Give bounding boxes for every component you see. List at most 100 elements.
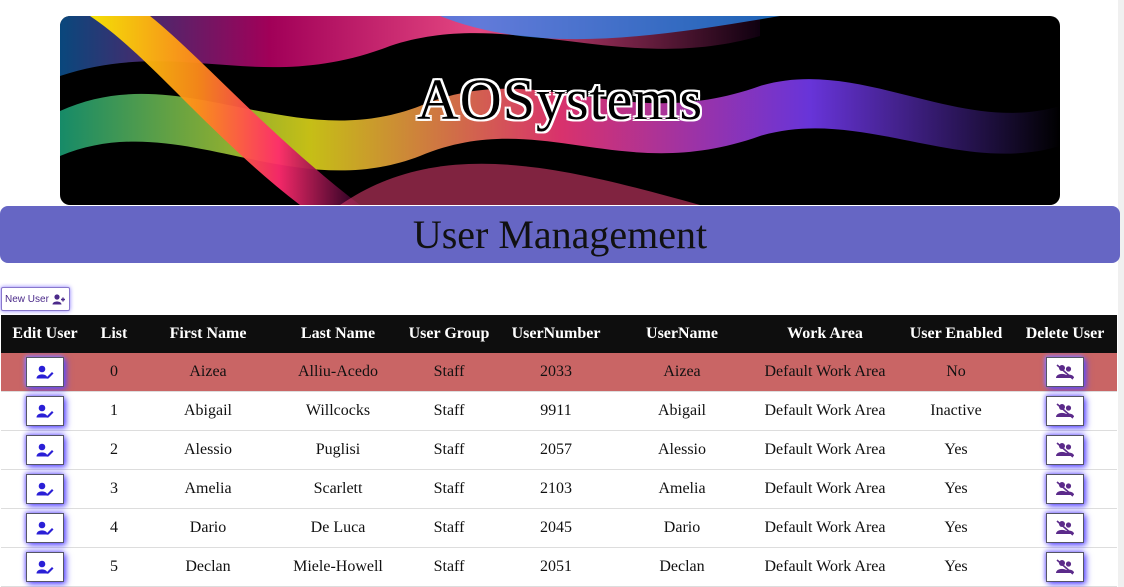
edit-cell (1, 391, 89, 431)
cell-first-name: Alessio (139, 430, 277, 470)
user-edit-icon (36, 560, 54, 574)
cell-user-group: Staff (399, 469, 499, 509)
cell-last-name: Miele-Howell (277, 547, 399, 587)
cell-last-name: De Luca (277, 508, 399, 548)
cell-list: 2 (89, 430, 139, 470)
page-title: User Management (412, 212, 708, 257)
edit-user-button[interactable] (26, 513, 64, 543)
delete-user-button[interactable] (1046, 357, 1084, 387)
user-delete-icon (1056, 559, 1074, 575)
col-edit-user: Edit User (1, 315, 89, 353)
cell-first-name: Amelia (139, 469, 277, 509)
table-header-row: Edit User List First Name Last Name User… (1, 315, 1117, 353)
delete-cell (1013, 547, 1117, 587)
user-delete-icon (1056, 403, 1074, 419)
cell-first-name: Abigail (139, 391, 277, 431)
user-edit-icon (36, 404, 54, 418)
brand-banner: AOSystems (60, 16, 1060, 205)
edit-cell (1, 508, 89, 548)
cell-work-area: Default Work Area (751, 353, 899, 392)
cell-work-area: Default Work Area (751, 508, 899, 548)
cell-last-name: Puglisi (277, 430, 399, 470)
edit-cell (1, 469, 89, 509)
delete-user-button[interactable] (1046, 435, 1084, 465)
edit-user-button[interactable] (26, 474, 64, 504)
cell-user-group: Staff (399, 508, 499, 548)
table-row: 0 Aizea Alliu-Acedo Staff 2033 Aizea Def… (1, 353, 1117, 392)
cell-user-number: 9911 (499, 391, 613, 431)
cell-username: Amelia (613, 469, 751, 509)
user-plus-icon (52, 293, 65, 304)
col-user-enabled: User Enabled (899, 315, 1013, 353)
table-row: 5 Declan Miele-Howell Staff 2051 Declan … (1, 547, 1117, 587)
brand-logo: AOSystems (416, 67, 704, 132)
cell-last-name: Alliu-Acedo (277, 353, 399, 392)
delete-user-button[interactable] (1046, 474, 1084, 504)
user-delete-icon (1056, 520, 1074, 536)
table-row: 1 Abigail Willcocks Staff 9911 Abigail D… (1, 391, 1117, 431)
cell-user-group: Staff (399, 547, 499, 587)
cell-user-enabled: Yes (899, 508, 1013, 548)
delete-user-button[interactable] (1046, 396, 1084, 426)
col-first-name: First Name (139, 315, 277, 353)
user-edit-icon (36, 365, 54, 379)
col-list: List (89, 315, 139, 353)
cell-work-area: Default Work Area (751, 391, 899, 431)
cell-user-enabled: Yes (899, 430, 1013, 470)
cell-first-name: Aizea (139, 353, 277, 392)
cell-user-number: 2051 (499, 547, 613, 587)
edit-cell (1, 430, 89, 470)
cell-username: Alessio (613, 430, 751, 470)
cell-first-name: Declan (139, 547, 277, 587)
cell-first-name: Dario (139, 508, 277, 548)
cell-user-number: 2033 (499, 353, 613, 392)
cell-user-enabled: Yes (899, 469, 1013, 509)
users-table: Edit User List First Name Last Name User… (1, 315, 1117, 587)
edit-user-button[interactable] (26, 396, 64, 426)
cell-user-group: Staff (399, 430, 499, 470)
new-user-button[interactable]: New User (1, 287, 70, 311)
delete-user-button[interactable] (1046, 513, 1084, 543)
page-title-bar: User Management (0, 206, 1120, 263)
cell-list: 3 (89, 469, 139, 509)
cell-user-enabled: No (899, 353, 1013, 392)
col-last-name: Last Name (277, 315, 399, 353)
user-delete-icon (1056, 442, 1074, 458)
edit-cell (1, 353, 89, 392)
edit-user-button[interactable] (26, 435, 64, 465)
delete-cell (1013, 508, 1117, 548)
cell-list: 5 (89, 547, 139, 587)
delete-user-button[interactable] (1046, 552, 1084, 582)
edit-user-button[interactable] (26, 357, 64, 387)
cell-username: Dario (613, 508, 751, 548)
cell-username: Abigail (613, 391, 751, 431)
cell-user-enabled: Yes (899, 547, 1013, 587)
delete-cell (1013, 469, 1117, 509)
cell-username: Aizea (613, 353, 751, 392)
table-row: 4 Dario De Luca Staff 2045 Dario Default… (1, 508, 1117, 548)
cell-user-group: Staff (399, 353, 499, 392)
col-delete-user: Delete User (1013, 315, 1117, 353)
user-delete-icon (1056, 481, 1074, 497)
cell-last-name: Scarlett (277, 469, 399, 509)
cell-work-area: Default Work Area (751, 469, 899, 509)
cell-list: 0 (89, 353, 139, 392)
delete-cell (1013, 391, 1117, 431)
cell-list: 4 (89, 508, 139, 548)
cell-user-number: 2045 (499, 508, 613, 548)
edit-cell (1, 547, 89, 587)
col-username: UserName (613, 315, 751, 353)
user-edit-icon (36, 443, 54, 457)
col-work-area: Work Area (751, 315, 899, 353)
page-scrollbar[interactable] (1118, 0, 1124, 587)
cell-user-number: 2103 (499, 469, 613, 509)
user-delete-icon (1056, 364, 1074, 380)
col-user-number: UserNumber (499, 315, 613, 353)
user-edit-icon (36, 482, 54, 496)
cell-user-number: 2057 (499, 430, 613, 470)
table-row: 3 Amelia Scarlett Staff 2103 Amelia Defa… (1, 469, 1117, 509)
cell-username: Declan (613, 547, 751, 587)
edit-user-button[interactable] (26, 552, 64, 582)
cell-list: 1 (89, 391, 139, 431)
cell-work-area: Default Work Area (751, 547, 899, 587)
